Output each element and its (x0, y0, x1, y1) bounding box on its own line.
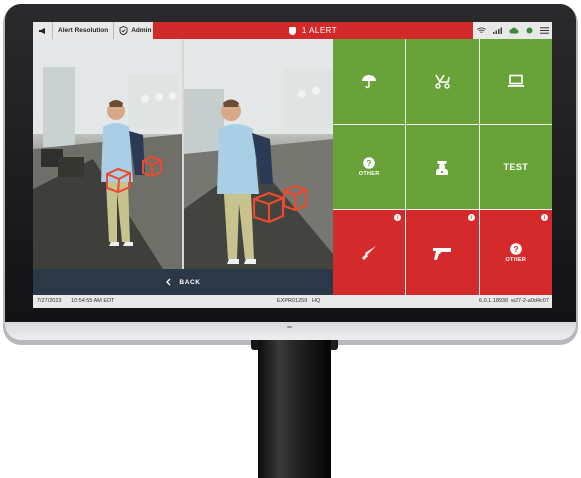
tile-other-safe-label: OTHER (358, 170, 380, 177)
wifi-icon (476, 27, 486, 33)
knife-icon (362, 245, 377, 260)
umbrella-icon (362, 75, 377, 89)
tile-gun[interactable]: i (406, 210, 479, 295)
admin-label: Admin (131, 27, 152, 34)
back-button[interactable]: BACK (33, 269, 333, 295)
info-icon[interactable]: i (467, 214, 475, 222)
info-icon[interactable]: i (541, 214, 548, 222)
alert-count-label: 1 ALERT (301, 26, 338, 35)
laptop-icon (507, 75, 524, 88)
tile-laptop[interactable] (479, 39, 552, 124)
tile-test-label: TEST (503, 161, 529, 172)
footer-time: 10:54:55 AM EDT (71, 298, 115, 304)
megaphone-icon (39, 27, 45, 34)
status-icons (473, 22, 552, 39)
footer-location: HQ (312, 298, 321, 304)
tile-knife[interactable]: i (333, 210, 406, 295)
top-bar-left: Alert Resolution Admin (33, 22, 156, 39)
stroller-icon (435, 74, 451, 90)
monitor-chin (5, 322, 576, 340)
monitor-logo (287, 326, 292, 328)
camera-scene-left (33, 39, 182, 269)
question-icon: ? (363, 157, 375, 169)
back-label: BACK (179, 278, 201, 286)
tile-other-safe[interactable]: ? OTHER (333, 124, 406, 210)
officer-icon (436, 160, 449, 175)
tile-other-threat[interactable]: i ? OTHER (479, 210, 552, 295)
screen: Alert Resolution Admin 1 ALERT BACK ? OT… (33, 22, 552, 308)
footer-device: EXPR01259 (277, 298, 308, 304)
camera-view-left[interactable] (33, 39, 182, 269)
footer-build: w27-2-a0d4c07 (511, 298, 549, 304)
signal-icon (492, 27, 502, 34)
tile-stroller[interactable] (406, 39, 479, 124)
alert-resolution-label: Alert Resolution (58, 27, 109, 34)
svg-text:?: ? (367, 158, 372, 168)
top-bar: Alert Resolution Admin 1 ALERT (33, 22, 552, 39)
gun-icon (433, 247, 452, 260)
tile-test[interactable]: TEST (479, 124, 552, 210)
shield-icon (288, 26, 296, 35)
camera-scene-right (184, 39, 333, 269)
svg-text:?: ? (513, 244, 518, 254)
question-icon: ? (510, 242, 522, 255)
threat-tile-grid: ? OTHER TEST i i i ? OTHER (333, 39, 552, 295)
menu-icon[interactable] (539, 27, 549, 34)
admin-tab[interactable]: Admin (114, 22, 156, 39)
monitor-stand (258, 338, 331, 478)
status-footer: 7/27/2023 10:54:55 AM EDT EXPR01259 HQ 6… (33, 295, 552, 308)
status-dot-icon (526, 27, 532, 34)
alert-banner[interactable]: 1 ALERT (153, 22, 473, 39)
footer-date: 7/27/2023 (37, 298, 62, 304)
tile-other-threat-label: OTHER (505, 256, 527, 263)
shield-check-icon (119, 26, 128, 35)
camera-view-right[interactable] (184, 39, 333, 269)
alert-resolution-tab[interactable]: Alert Resolution (53, 22, 115, 39)
tile-officer[interactable] (406, 124, 479, 210)
megaphone-button[interactable] (33, 22, 53, 39)
chevron-left-icon (166, 278, 171, 286)
tile-umbrella[interactable] (333, 39, 406, 124)
cloud-icon (508, 27, 518, 34)
footer-version: 6.0.1.18938 (479, 298, 509, 304)
info-icon[interactable]: i (394, 214, 402, 222)
camera-views (33, 39, 333, 269)
